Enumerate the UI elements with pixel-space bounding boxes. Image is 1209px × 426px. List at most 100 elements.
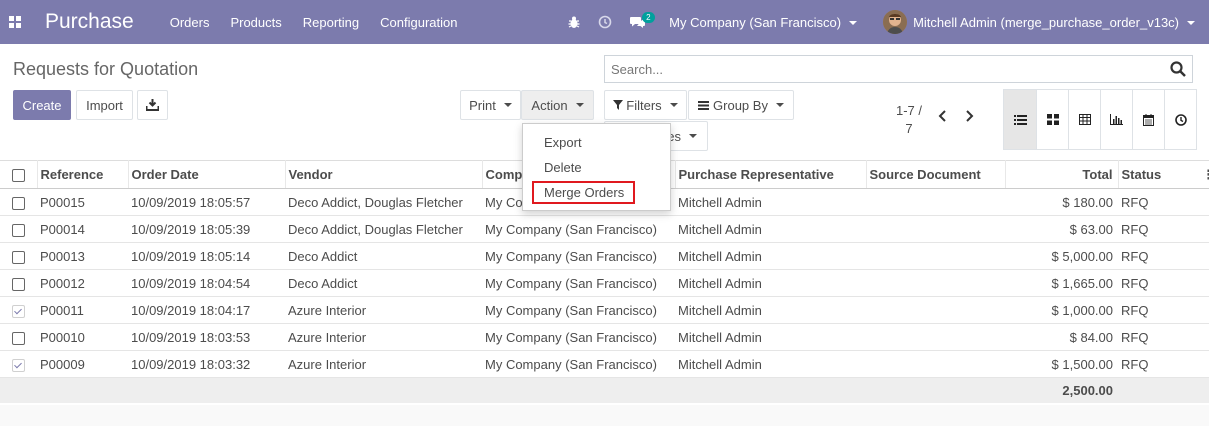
table-row[interactable]: P00009 10/09/2019 18:03:32 Azure Interior M…	[0, 350, 1209, 378]
cell-status[interactable]: RFQ	[1118, 215, 1209, 243]
cell-order-date[interactable]: 10/09/2019 18:03:32	[128, 350, 285, 378]
action-dropdown-button[interactable]: Action	[521, 90, 594, 120]
chat-messages-icon[interactable]: 2	[630, 11, 655, 29]
cell-source-document[interactable]	[866, 296, 1005, 324]
row-checkbox[interactable]	[12, 250, 25, 264]
cell-representative[interactable]: Mitchell Admin	[675, 188, 866, 216]
cell-total[interactable]: $ 1,665.00	[1005, 269, 1118, 297]
row-checkbox-cell[interactable]	[0, 215, 37, 243]
chevron-right-icon[interactable]	[965, 110, 974, 125]
filters-dropdown-button[interactable]: Filters	[604, 90, 687, 120]
cell-order-date[interactable]: 10/09/2019 18:03:53	[128, 323, 285, 351]
search-bar[interactable]: Search...	[604, 55, 1193, 83]
table-row[interactable]: P00011 10/09/2019 18:04:17 Azure Interior M…	[0, 296, 1209, 324]
cell-total[interactable]: $ 63.00	[1005, 215, 1118, 243]
cell-status[interactable]: RFQ	[1118, 242, 1209, 270]
cell-company[interactable]: My Company (San Francisco)	[482, 323, 675, 351]
row-checkbox-cell[interactable]	[0, 269, 37, 297]
cell-source-document[interactable]	[866, 323, 1005, 351]
cell-order-date[interactable]: 10/09/2019 18:05:57	[128, 188, 285, 216]
create-button[interactable]: Create	[13, 90, 71, 120]
cell-order-date[interactable]: 10/09/2019 18:05:39	[128, 215, 285, 243]
cell-status[interactable]: RFQ	[1118, 350, 1209, 378]
row-checkbox-cell[interactable]	[0, 323, 37, 351]
column-header-purchase-representative[interactable]: Purchase Representative	[675, 160, 867, 189]
cell-reference[interactable]: P00013	[37, 242, 128, 270]
cell-reference[interactable]: P00009	[37, 350, 128, 378]
menu-orders[interactable]: Orders	[170, 15, 210, 30]
pager-value[interactable]: 1-7 / 7	[895, 102, 923, 138]
debug-bug-icon[interactable]	[568, 16, 580, 29]
cell-reference[interactable]: P00012	[37, 269, 128, 297]
calendar-view-icon[interactable]	[1133, 89, 1165, 150]
search-input[interactable]: Search...	[611, 62, 663, 77]
table-row[interactable]: P00012 10/09/2019 18:04:54 Deco Addict My C…	[0, 269, 1209, 297]
search-icon[interactable]	[1170, 61, 1186, 80]
column-header-order-date[interactable]: Order Date	[128, 160, 286, 189]
cell-representative[interactable]: Mitchell Admin	[675, 323, 866, 351]
row-checkbox[interactable]	[12, 304, 25, 318]
cell-total[interactable]: $ 84.00	[1005, 323, 1118, 351]
apps-menu-icon[interactable]	[0, 0, 30, 44]
column-header-reference[interactable]: Reference	[37, 160, 129, 189]
cell-source-document[interactable]	[866, 188, 1005, 216]
cell-source-document[interactable]	[866, 242, 1005, 270]
row-checkbox-cell[interactable]	[0, 296, 37, 324]
cell-reference[interactable]: P00014	[37, 215, 128, 243]
column-header-total[interactable]: Total	[1005, 160, 1119, 189]
column-header-source-document[interactable]: Source Document	[866, 160, 1006, 189]
cell-total[interactable]: $ 5,000.00	[1005, 242, 1118, 270]
cell-vendor[interactable]: Deco Addict, Douglas Fletcher	[285, 215, 482, 243]
menu-item-delete[interactable]: Delete	[544, 160, 582, 175]
table-row[interactable]: P00013 10/09/2019 18:05:14 Deco Addict My C…	[0, 242, 1209, 270]
cell-source-document[interactable]	[866, 215, 1005, 243]
cell-vendor[interactable]: Azure Interior	[285, 350, 482, 378]
company-switcher[interactable]: My Company (San Francisco)	[669, 15, 858, 30]
app-title[interactable]: Purchase	[45, 10, 134, 34]
select-all-checkbox[interactable]	[11, 169, 25, 183]
cell-reference[interactable]: P00011	[37, 296, 128, 324]
row-checkbox[interactable]	[12, 331, 25, 345]
row-checkbox[interactable]	[12, 196, 25, 210]
import-button[interactable]: Import	[76, 90, 133, 120]
user-menu[interactable]: Mitchell Admin (merge_purchase_order_v13…	[913, 15, 1195, 30]
cell-reference[interactable]: P00015	[37, 188, 128, 216]
menu-item-export[interactable]: Export	[544, 135, 582, 150]
cell-representative[interactable]: Mitchell Admin	[675, 242, 866, 270]
cell-order-date[interactable]: 10/09/2019 18:05:14	[128, 242, 285, 270]
row-checkbox-cell[interactable]	[0, 350, 37, 378]
table-row[interactable]: P00014 10/09/2019 18:05:39 Deco Addict, Do…	[0, 215, 1209, 243]
cell-company[interactable]: My Company (San Francisco)	[482, 296, 675, 324]
cell-vendor[interactable]: Azure Interior	[285, 323, 482, 351]
chevron-left-icon[interactable]	[938, 110, 947, 125]
cell-company[interactable]: My Company (San Francisco)	[482, 242, 675, 270]
cell-total[interactable]: $ 1,500.00	[1005, 350, 1118, 378]
cell-total[interactable]: $ 180.00	[1005, 188, 1118, 216]
cell-order-date[interactable]: 10/09/2019 18:04:54	[128, 269, 285, 297]
cell-status[interactable]: RFQ	[1118, 323, 1209, 351]
cell-representative[interactable]: Mitchell Admin	[675, 215, 866, 243]
cell-representative[interactable]: Mitchell Admin	[675, 269, 866, 297]
cell-total[interactable]: $ 1,000.00	[1005, 296, 1118, 324]
pivot-view-icon[interactable]	[1069, 89, 1101, 150]
cell-status[interactable]: RFQ	[1118, 188, 1209, 216]
cell-order-date[interactable]: 10/09/2019 18:04:17	[128, 296, 285, 324]
list-view-icon[interactable]	[1003, 89, 1037, 150]
cell-status[interactable]: RFQ	[1118, 296, 1209, 324]
cell-reference[interactable]: P00010	[37, 323, 128, 351]
row-checkbox-cell[interactable]	[0, 242, 37, 270]
menu-products[interactable]: Products	[230, 15, 281, 30]
cell-status[interactable]: RFQ	[1118, 269, 1209, 297]
menu-configuration[interactable]: Configuration	[380, 15, 457, 30]
cell-vendor[interactable]: Deco Addict	[285, 269, 482, 297]
cell-source-document[interactable]	[866, 350, 1005, 378]
cell-representative[interactable]: Mitchell Admin	[675, 296, 866, 324]
export-all-button[interactable]	[137, 90, 168, 120]
cell-vendor[interactable]: Deco Addict, Douglas Fletcher	[285, 188, 482, 216]
cell-vendor[interactable]: Deco Addict	[285, 242, 482, 270]
cell-company[interactable]: My Company (San Francisco)	[482, 350, 675, 378]
menu-item-merge-orders[interactable]: Merge Orders	[544, 185, 624, 200]
menu-reporting[interactable]: Reporting	[303, 15, 359, 30]
print-dropdown-button[interactable]: Print	[460, 90, 521, 120]
table-row[interactable]: P00010 10/09/2019 18:03:53 Azure Interior M…	[0, 323, 1209, 351]
